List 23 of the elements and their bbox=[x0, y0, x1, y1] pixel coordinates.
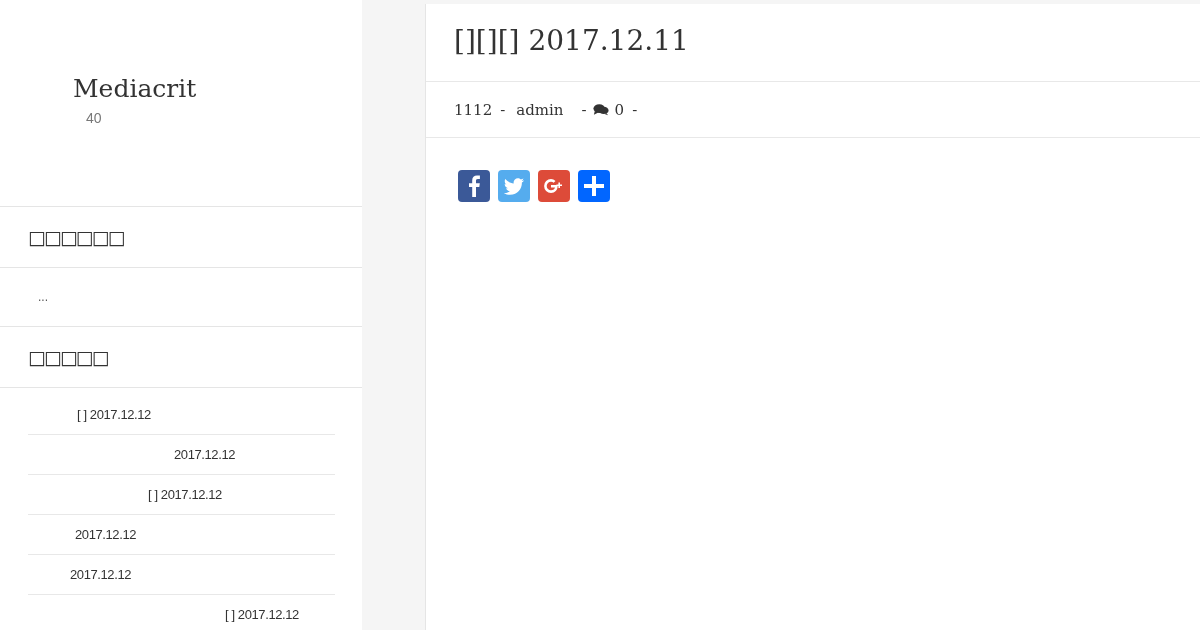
facebook-icon[interactable] bbox=[458, 170, 490, 202]
site-description: 40 bbox=[86, 110, 103, 126]
bird-icon[interactable] bbox=[498, 170, 530, 202]
recent-post-link[interactable]: [ ] 2017.12.12 bbox=[77, 407, 151, 422]
author-link[interactable]: admin bbox=[516, 100, 564, 119]
widget-heading: □□□□□□ bbox=[28, 226, 124, 248]
google-plus-icon[interactable] bbox=[538, 170, 570, 202]
comments-icon bbox=[592, 103, 609, 116]
widget-heading: □□□□□ bbox=[28, 346, 108, 368]
separator: - bbox=[500, 100, 506, 119]
recent-post-link[interactable]: [ ] 2017.12.12 bbox=[225, 607, 299, 622]
recent-post-link[interactable]: 2017.12.12 bbox=[75, 527, 137, 542]
post-title: [][][] 2017.12.11 bbox=[454, 24, 689, 57]
site-title[interactable]: Mediacrit bbox=[73, 74, 197, 104]
separator: - bbox=[632, 100, 638, 119]
separator: - bbox=[581, 100, 587, 119]
post-date: 1112 bbox=[454, 100, 493, 119]
recent-post-link[interactable]: [ ] 2017.12.12 bbox=[148, 487, 222, 502]
widget-text: ... bbox=[38, 290, 48, 304]
comment-count[interactable]: 0 bbox=[614, 100, 625, 119]
recent-post-link[interactable]: 2017.12.12 bbox=[174, 447, 236, 462]
plus-icon[interactable] bbox=[578, 170, 610, 202]
recent-post-link[interactable]: 2017.12.12 bbox=[70, 567, 132, 582]
